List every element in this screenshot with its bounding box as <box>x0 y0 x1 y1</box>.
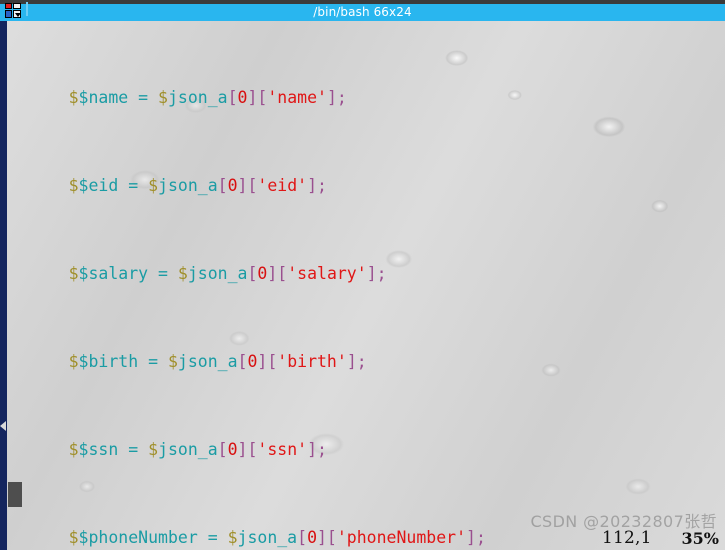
window-titlebar[interactable]: /bin/bash 66x24 <box>0 4 725 21</box>
chevron-down-icon <box>15 13 21 17</box>
vertical-scrollbar[interactable] <box>0 21 7 550</box>
code-area[interactable]: $$name = $json_a[0]['name']; $$eid = $js… <box>0 21 725 550</box>
scroll-left-arrow-icon[interactable] <box>0 421 6 431</box>
code-token-var: $birth <box>78 352 139 371</box>
terminal-window: /bin/bash 66x24 $$name = $json_a[0]['nam… <box>0 0 725 550</box>
terminal-body[interactable]: $$name = $json_a[0]['name']; $$eid = $js… <box>0 21 725 550</box>
terminal-app-icon[interactable] <box>4 2 22 19</box>
vim-status-bar: 112,1 35% <box>0 526 725 550</box>
code-token-var: $eid <box>78 176 119 195</box>
code-token-var: $name <box>78 88 129 107</box>
text-cursor <box>8 482 22 507</box>
code-line: $$birth = $json_a[0]['birth']; <box>68 352 367 371</box>
code-line: $$salary = $json_a[0]['salary']; <box>68 264 387 283</box>
code-line: $$eid = $json_a[0]['eid']; <box>68 176 327 195</box>
icon-square-blue <box>5 10 12 18</box>
code-token-var: $ssn <box>78 440 119 459</box>
icon-square-white-top <box>13 3 21 9</box>
code-line: $$name = $json_a[0]['name']; <box>68 88 347 107</box>
titlebar-divider <box>26 2 28 16</box>
code-line: $$ssn = $json_a[0]['ssn']; <box>68 440 327 459</box>
scroll-percent: 35% <box>681 529 719 548</box>
cursor-position: 112,1 <box>602 528 652 548</box>
window-title: /bin/bash 66x24 <box>313 5 412 19</box>
code-token-var: $salary <box>78 264 149 283</box>
icon-square-red <box>5 3 12 9</box>
